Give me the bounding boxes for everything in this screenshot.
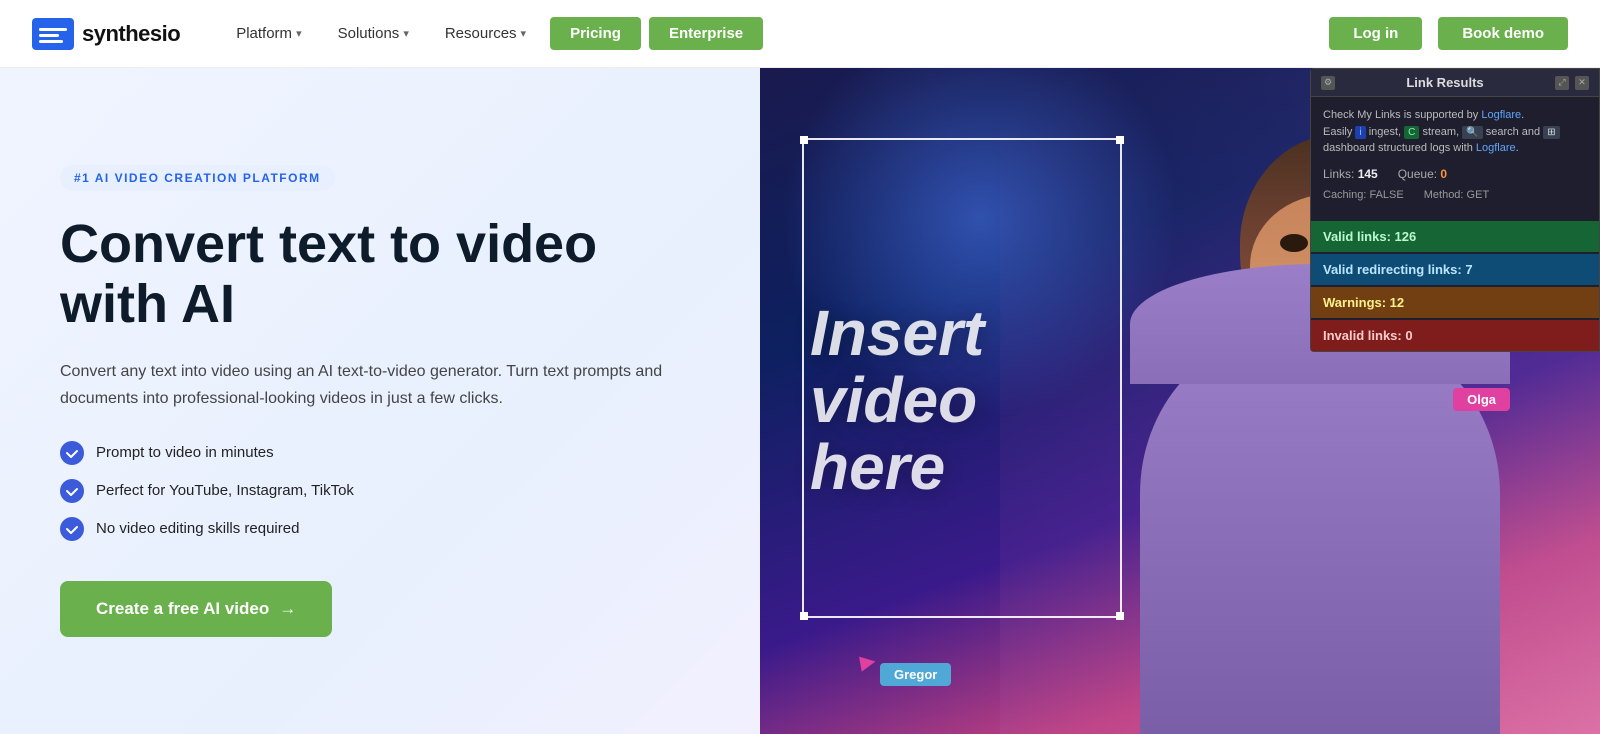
- selection-handle-bl: [800, 612, 808, 620]
- panel-controls: ⤢ ✕: [1555, 76, 1589, 90]
- feature-item-3: No video editing skills required: [60, 517, 700, 541]
- hero-content: #1 AI VIDEO CREATION PLATFORM Convert te…: [0, 68, 760, 734]
- nav-platform[interactable]: Platform ▾: [220, 17, 317, 50]
- gregor-label: Gregor: [880, 663, 951, 686]
- nav-enterprise[interactable]: Enterprise: [649, 17, 763, 50]
- nav-links: Platform ▾ Solutions ▾ Resources ▾ Prici…: [220, 17, 1329, 50]
- person-body: [1140, 334, 1500, 734]
- stream-badge: C: [1404, 126, 1419, 139]
- invalid-links-row: Invalid links: 0: [1311, 320, 1599, 351]
- warnings-row: Warnings: 12: [1311, 287, 1599, 318]
- chevron-down-icon: ▾: [521, 27, 527, 40]
- feature-item-1: Prompt to video in minutes: [60, 441, 700, 465]
- cursor-arrow-icon: ▶: [858, 648, 877, 675]
- nav-pricing[interactable]: Pricing: [550, 17, 641, 50]
- navbar: synthesio Platform ▾ Solutions ▾ Resourc…: [0, 0, 1600, 68]
- caching-info: Caching: FALSE: [1323, 189, 1404, 201]
- check-icon: [60, 479, 84, 503]
- logo-text: synthesio: [82, 21, 180, 47]
- ingest-badge: i: [1355, 126, 1365, 139]
- panel-close-icon[interactable]: ✕: [1575, 76, 1589, 90]
- panel-titlebar: ⚙ Link Results ⤢ ✕: [1311, 69, 1599, 97]
- nav-resources[interactable]: Resources ▾: [429, 17, 542, 50]
- nav-solutions[interactable]: Solutions ▾: [322, 17, 425, 50]
- panel-body: Check My Links is supported by Logflare.…: [1311, 97, 1599, 221]
- hero-badge: #1 AI VIDEO CREATION PLATFORM: [60, 165, 335, 191]
- nav-right: Log in Book demo: [1329, 17, 1568, 50]
- method-info: Method: GET: [1424, 189, 1489, 201]
- panel-info-text: Check My Links is supported by Logflare.…: [1323, 107, 1587, 157]
- panel-meta: Caching: FALSE Method: GET: [1323, 189, 1587, 201]
- links-stat: Links: 145: [1323, 167, 1378, 181]
- panel-settings-icon[interactable]: ⚙: [1321, 76, 1335, 90]
- selection-handle-tl: [800, 136, 808, 144]
- chevron-down-icon: ▾: [403, 27, 409, 40]
- valid-redirecting-row: Valid redirecting links: 7: [1311, 254, 1599, 285]
- selection-handle-tr: [1116, 136, 1124, 144]
- check-icon: [60, 517, 84, 541]
- hero-description: Convert any text into video using an AI …: [60, 358, 700, 412]
- feature-list: Prompt to video in minutes Perfect for Y…: [60, 441, 700, 541]
- selection-box: [802, 138, 1122, 618]
- login-button[interactable]: Log in: [1329, 17, 1422, 50]
- hero-title: Convert text to video with AI: [60, 215, 700, 334]
- book-demo-button[interactable]: Book demo: [1438, 17, 1568, 50]
- hero-section: #1 AI VIDEO CREATION PLATFORM Convert te…: [0, 68, 1600, 734]
- valid-links-row: Valid links: 126: [1311, 221, 1599, 252]
- cta-button[interactable]: Create a free AI video →: [60, 581, 332, 637]
- chevron-down-icon: ▾: [296, 27, 302, 40]
- dashboard-badge: ⊞: [1543, 126, 1559, 139]
- logflare-link-2[interactable]: Logflare: [1476, 142, 1516, 154]
- check-icon: [60, 441, 84, 465]
- logflare-link[interactable]: Logflare: [1481, 109, 1521, 121]
- panel-expand-icon[interactable]: ⤢: [1555, 76, 1569, 90]
- panel-stats: Links: 145 Queue: 0: [1323, 167, 1587, 181]
- selection-handle-br: [1116, 612, 1124, 620]
- eye-left: [1280, 234, 1308, 252]
- logo-icon: [32, 18, 74, 50]
- feature-item-2: Perfect for YouTube, Instagram, TikTok: [60, 479, 700, 503]
- queue-stat: Queue: 0: [1398, 167, 1447, 181]
- olga-label: Olga: [1453, 388, 1510, 411]
- logo[interactable]: synthesio: [32, 18, 180, 50]
- panel-title: Link Results: [1335, 75, 1555, 90]
- link-results-panel: ⚙ Link Results ⤢ ✕ Check My Links is sup…: [1310, 68, 1600, 352]
- search-badge: 🔍: [1462, 126, 1482, 139]
